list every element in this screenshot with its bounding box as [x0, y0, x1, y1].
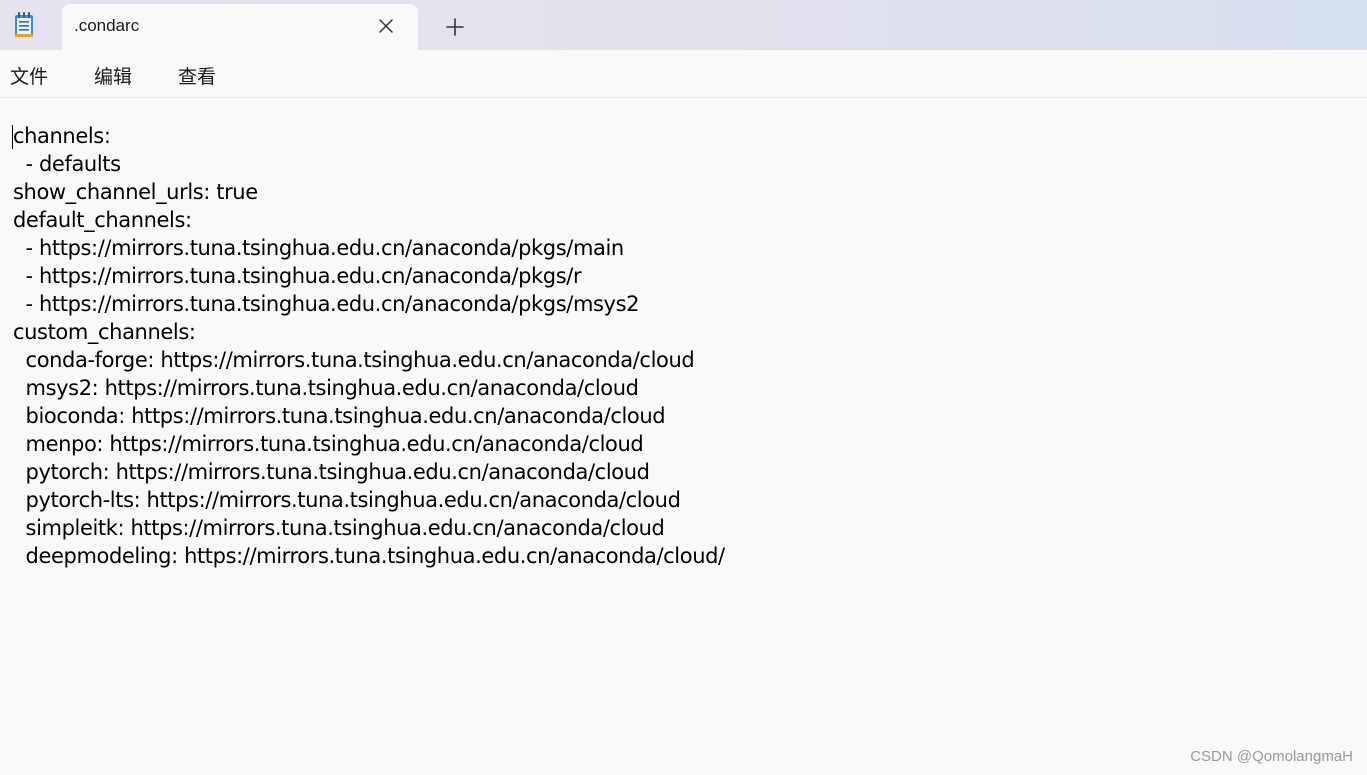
- menu-view[interactable]: 查看: [178, 62, 216, 89]
- watermark: CSDN @QomolangmaH: [1190, 748, 1353, 765]
- plus-icon[interactable]: [440, 14, 470, 40]
- menu-file[interactable]: 文件: [10, 62, 48, 89]
- title-bar: .condarc: [0, 0, 1367, 50]
- notepad-icon[interactable]: [14, 12, 34, 38]
- tab-condarc[interactable]: .condarc: [62, 4, 418, 50]
- menu-edit[interactable]: 编辑: [94, 62, 132, 89]
- text-editor[interactable]: channels: - defaults show_channel_urls: …: [0, 98, 1367, 775]
- tab-title: .condarc: [74, 16, 140, 35]
- menu-bar: 文件 编辑 查看: [0, 50, 1367, 98]
- editor-content[interactable]: channels: - defaults show_channel_urls: …: [13, 122, 725, 570]
- close-icon[interactable]: [376, 16, 396, 36]
